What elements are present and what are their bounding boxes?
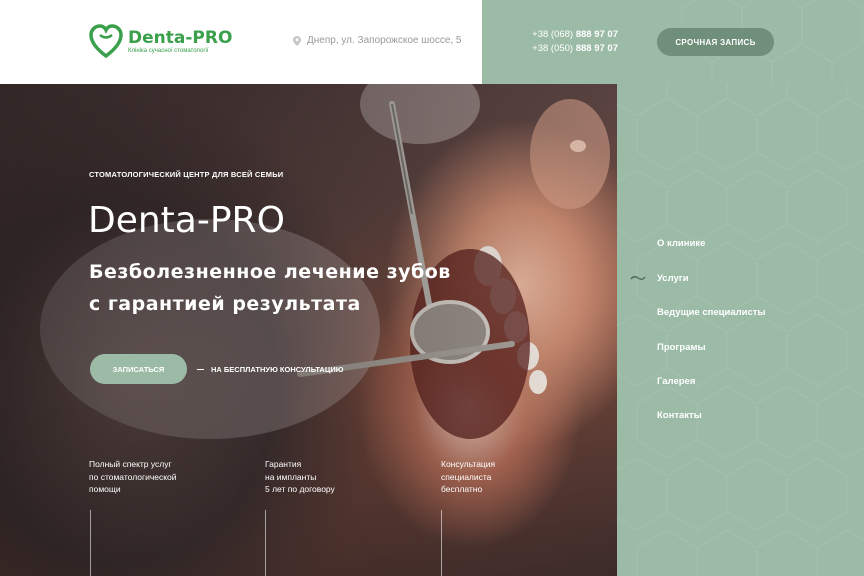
- hero-title: Denta-PRO: [88, 200, 285, 241]
- address: Днепр, ул. Запорожское шоссе, 5: [293, 35, 462, 46]
- logo[interactable]: Denta-PRO Клініка сучасної стоматології: [88, 24, 232, 58]
- nav-item-services[interactable]: Услуги: [657, 273, 689, 284]
- feature-text: Полный спектр услуг: [89, 459, 172, 469]
- feature-implant-guarantee: Гарантия на импланты 5 лет по договору: [265, 458, 405, 496]
- site-header: Denta-PRO Клініка сучасної стоматології …: [0, 0, 864, 84]
- cta-dash: [197, 368, 204, 370]
- side-navigation: О клинике Услуги Ведущие специалисты Про…: [617, 84, 864, 576]
- feature-text: 5 лет по договору: [265, 484, 335, 494]
- phone-list: +38 (068) 888 97 07 +38 (050) 888 97 07: [522, 28, 618, 56]
- feature-full-services: Полный спектр услуг по стоматологической…: [89, 458, 229, 496]
- heart-tooth-icon: [89, 24, 123, 58]
- feature-divider: [265, 510, 266, 576]
- hero-eyebrow: СТОМАТОЛОГИЧЕСКИЙ ЦЕНТР ДЛЯ ВСЕЙ СЕМЬИ: [89, 170, 284, 179]
- hero-subtitle-line-1: Безболезненное лечение зубов: [89, 261, 451, 283]
- nav-item-programs[interactable]: Програмы: [657, 342, 706, 353]
- nav-item-specialists[interactable]: Ведущие специалисты: [657, 307, 766, 318]
- hero-overlay: [0, 84, 617, 576]
- urgent-booking-button[interactable]: СРОЧНАЯ ЗАПИСЬ: [657, 28, 774, 56]
- hex-pattern: [617, 84, 864, 576]
- hero-subtitle: Безболезненное лечение зубов с гарантией…: [89, 256, 451, 320]
- feature-text: по стоматологической: [89, 471, 177, 482]
- feature-text: на импланты: [265, 471, 317, 482]
- map-pin-icon: [293, 35, 301, 46]
- feature-text: Консультация: [441, 459, 496, 469]
- feature-divider: [441, 510, 442, 576]
- phone-1-number: 888 97 07: [575, 29, 618, 40]
- feature-text: помощи: [89, 484, 121, 494]
- logo-name: Denta-PRO: [128, 27, 233, 48]
- feature-divider: [90, 510, 91, 576]
- nav-item-contacts[interactable]: Контакты: [657, 410, 702, 421]
- feature-text: бесплатно: [441, 484, 483, 494]
- feature-text: Гарантия: [265, 459, 302, 469]
- feature-free-consultation: Консультация специалиста бесплатно: [441, 458, 581, 496]
- hero-subtitle-line-2: с гарантией результата: [89, 293, 361, 315]
- logo-tagline: Клініка сучасної стоматології: [128, 47, 209, 54]
- feature-text: специалиста: [441, 471, 492, 482]
- phone-2[interactable]: +38 (050) 888 97 07: [522, 42, 618, 56]
- nav-item-gallery[interactable]: Галерея: [657, 376, 695, 387]
- signup-button[interactable]: ЗАПИСАТЬСЯ: [90, 354, 187, 384]
- hero-cta: ЗАПИСАТЬСЯ НА БЕСПЛАТНУЮ КОНСУЛЬТАЦИЮ: [90, 354, 343, 384]
- phone-1-prefix: +38 (068): [532, 29, 576, 40]
- phone-2-prefix: +38 (050): [532, 43, 576, 54]
- phone-2-number: 888 97 07: [575, 43, 618, 54]
- active-wave-icon: [630, 276, 646, 280]
- hero-section: СТОМАТОЛОГИЧЕСКИЙ ЦЕНТР ДЛЯ ВСЕЙ СЕМЬИ D…: [0, 84, 617, 576]
- nav-item-about[interactable]: О клинике: [657, 238, 705, 249]
- address-text: Днепр, ул. Запорожское шоссе, 5: [307, 35, 462, 46]
- phone-1[interactable]: +38 (068) 888 97 07: [522, 28, 618, 42]
- free-consultation-link[interactable]: НА БЕСПЛАТНУЮ КОНСУЛЬТАЦИЮ: [211, 365, 343, 374]
